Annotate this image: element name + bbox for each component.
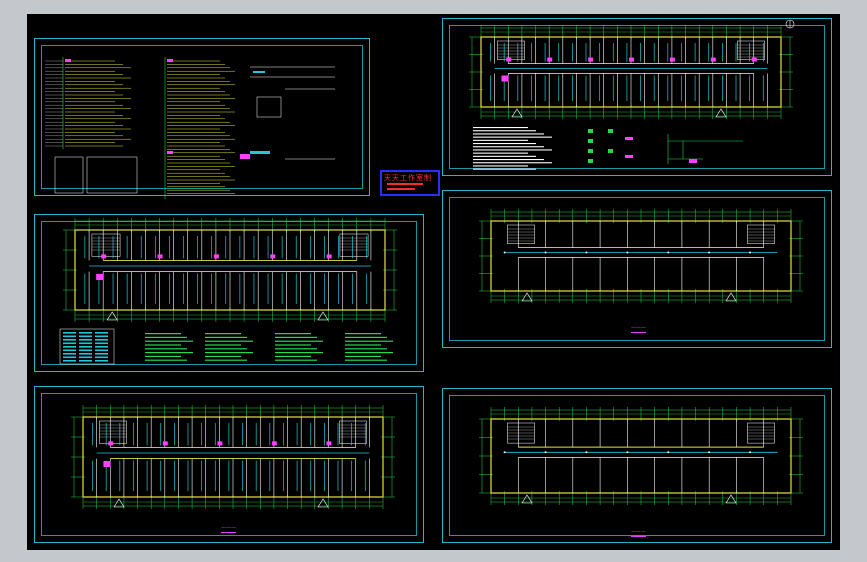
- legend-block: [473, 19, 795, 170]
- stamp-red-bar: [387, 183, 423, 185]
- third-floor-plan-sheet[interactable]: ———: [442, 190, 832, 348]
- fourth-floor-plan-sheet[interactable]: ———: [442, 388, 832, 543]
- floor-plan-drawing: [479, 407, 803, 505]
- plan-title-label: ———: [221, 525, 236, 533]
- stamp-red-bar: [387, 188, 415, 190]
- system-diagram-drawing: [45, 57, 335, 199]
- second-floor-plan-sheet[interactable]: ———: [34, 386, 424, 543]
- title-stamp: 天天工作室制: [380, 170, 440, 196]
- plan-title-label: ———: [631, 325, 646, 333]
- first-floor-plan-sheet[interactable]: [34, 214, 424, 372]
- system-diagram-sheet[interactable]: [34, 38, 370, 199]
- design-notes-block: [59, 328, 393, 365]
- north-arrow-icon: [785, 19, 795, 29]
- floor-plan-drawing: [71, 405, 395, 509]
- plan-title-label: ———: [631, 529, 646, 537]
- title-stamp-text: 天天工作室制: [384, 174, 432, 182]
- roof-plan-sheet[interactable]: [442, 18, 832, 176]
- cad-drawing-canvas[interactable]: 天天工作室制 ——— ——— ———: [27, 14, 840, 550]
